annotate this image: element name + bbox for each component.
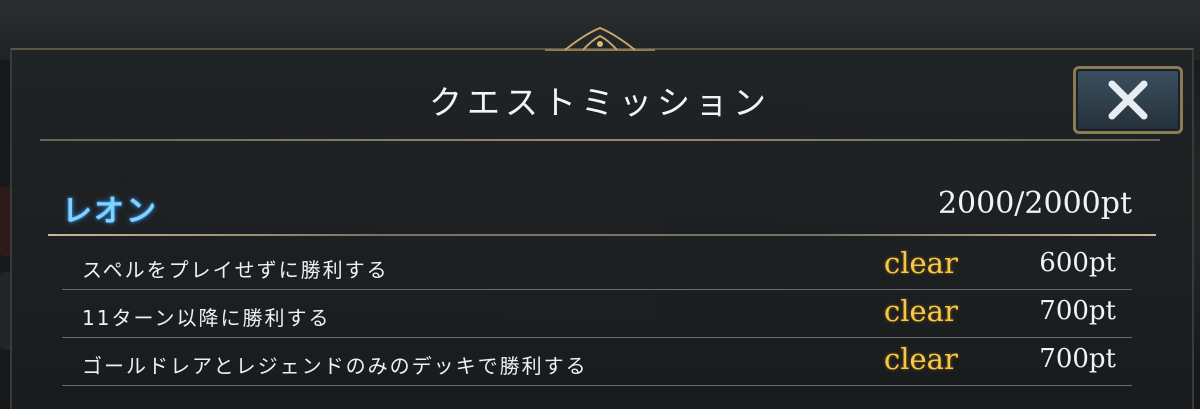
crest-ornament-icon: [545, 26, 655, 51]
mission-points: 600pt: [1039, 248, 1116, 278]
modal-title: クエストミッション: [429, 83, 771, 122]
mission-status: clear: [884, 342, 958, 376]
close-icon: [1108, 80, 1148, 120]
mission-points: 700pt: [1039, 296, 1116, 326]
close-button[interactable]: [1073, 66, 1183, 134]
mission-row: ゴールドレアとレジェンドのみのデッキで勝利する clear 700pt: [62, 338, 1132, 386]
character-name: レオン: [62, 194, 158, 229]
section-divider: [48, 234, 1156, 236]
mission-row: スペルをプレイせずに勝利する clear 600pt: [62, 242, 1132, 290]
mission-points: 700pt: [1039, 344, 1116, 374]
row-divider: [62, 385, 1132, 386]
mission-row: 11ターン以降に勝利する clear 700pt: [62, 290, 1132, 338]
total-points: 2000/2000pt: [937, 186, 1132, 221]
mission-label: 11ターン以降に勝利する: [82, 306, 331, 330]
title-divider: [40, 139, 1160, 141]
mission-label: ゴールドレアとレジェンドのみのデッキで勝利する: [82, 354, 588, 378]
mission-status: clear: [884, 294, 958, 328]
mission-status: clear: [884, 246, 958, 280]
mission-label: スペルをプレイせずに勝利する: [82, 258, 389, 282]
